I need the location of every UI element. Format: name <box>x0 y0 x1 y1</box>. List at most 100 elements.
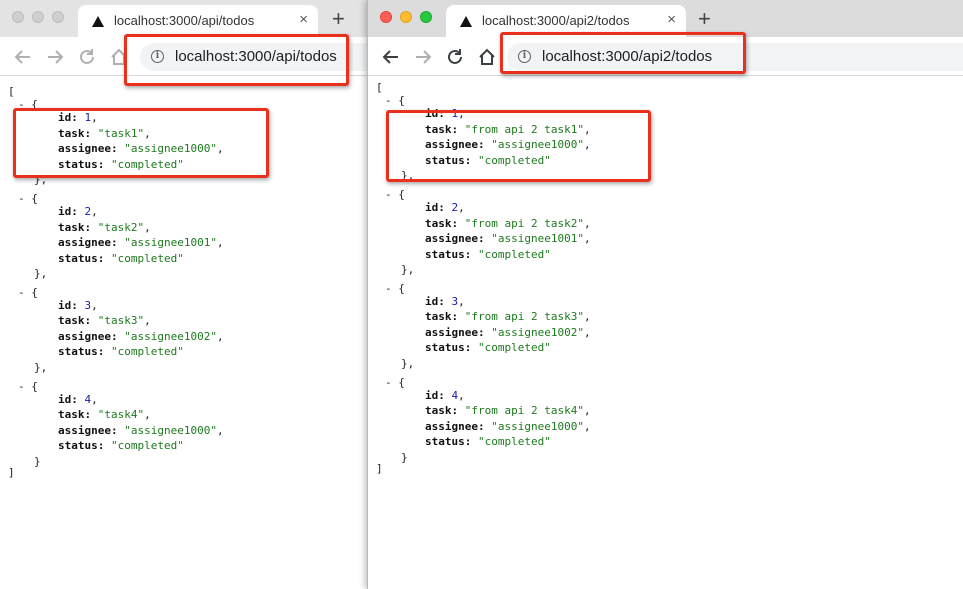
json-key-assignee: assignee: <box>58 236 118 250</box>
home-icon[interactable] <box>476 46 498 68</box>
json-row-task: task: "task2", <box>58 221 151 235</box>
json-comma: , <box>458 388 465 402</box>
json-key-id: id: <box>425 388 445 402</box>
json-key-task: task: <box>58 314 92 328</box>
json-object-toggle[interactable]: - { <box>18 380 38 394</box>
json-object-close: } <box>401 450 408 464</box>
highlight-box-address <box>500 32 746 74</box>
json-key-id: id: <box>425 201 445 215</box>
new-tab-button[interactable]: + <box>332 8 345 30</box>
json-object-close: }, <box>401 263 415 277</box>
json-value-task: "from api 2 task3" <box>464 310 584 324</box>
json-value-task: "task4" <box>97 408 145 422</box>
json-object-close: }, <box>34 267 48 281</box>
minimize-window-button[interactable] <box>32 11 44 23</box>
json-row-status: status: "completed" <box>58 252 184 266</box>
json-comma: , <box>583 419 591 433</box>
json-comma: , <box>216 423 224 437</box>
json-object-close: }, <box>34 360 48 374</box>
json-value-assignee: "assignee1001" <box>124 236 217 250</box>
json-value-task: "from api 2 task2" <box>464 216 584 230</box>
tab-strip: localhost:3000/api/todos × + <box>0 0 367 37</box>
json-value-status: "completed" <box>110 251 184 265</box>
tab-title: localhost:3000/api2/todos <box>482 13 630 28</box>
json-key-id: id: <box>425 294 445 308</box>
json-value-status: "completed" <box>477 247 551 261</box>
json-close-bracket: ] <box>8 466 15 480</box>
maximize-window-button[interactable] <box>420 11 432 23</box>
browser-window-left: localhost:3000/api/todos × + i localhost… <box>0 0 367 589</box>
json-value-task: "task2" <box>97 220 145 234</box>
close-window-button[interactable] <box>12 11 24 23</box>
json-key-task: task: <box>425 310 459 324</box>
json-row-id: id: 2, <box>58 205 98 219</box>
json-comma: , <box>144 408 151 422</box>
json-object-close: } <box>34 454 41 468</box>
json-row-id: id: 4, <box>425 389 465 403</box>
json-comma: , <box>458 294 465 308</box>
favicon-triangle-icon <box>460 16 472 27</box>
minimize-window-button[interactable] <box>400 11 412 23</box>
json-key-status: status: <box>58 345 105 359</box>
json-key-id: id: <box>58 205 78 219</box>
json-value-status: "completed" <box>477 435 551 449</box>
favicon-triangle-icon <box>92 16 104 27</box>
json-comma: , <box>216 236 224 250</box>
json-value-status: "completed" <box>477 341 551 355</box>
json-value-task: "task3" <box>97 314 145 328</box>
json-row-status: status: "completed" <box>58 439 184 453</box>
json-key-assignee: assignee: <box>58 329 118 343</box>
json-value-task: "from api 2 task4" <box>464 404 584 418</box>
json-comma: , <box>583 232 591 246</box>
close-window-button[interactable] <box>380 11 392 23</box>
json-row-id: id: 2, <box>425 201 465 215</box>
json-key-task: task: <box>58 220 92 234</box>
json-key-status: status: <box>425 247 472 261</box>
json-key-status: status: <box>425 435 472 449</box>
json-row-status: status: "completed" <box>425 341 551 355</box>
json-key-task: task: <box>58 408 92 422</box>
json-row-status: status: "completed" <box>425 248 551 262</box>
json-comma: , <box>583 404 591 418</box>
json-row-assignee: assignee: "assignee1002", <box>425 326 591 340</box>
json-object-toggle[interactable]: - { <box>385 94 405 108</box>
json-row-status: status: "completed" <box>58 345 184 359</box>
json-open-bracket: [ <box>8 85 15 98</box>
json-value-assignee: "assignee1002" <box>124 329 217 343</box>
json-key-assignee: assignee: <box>58 423 118 437</box>
forward-arrow-icon[interactable] <box>44 46 66 68</box>
json-row-task: task: "from api 2 task4", <box>425 404 591 418</box>
json-object-toggle[interactable]: - { <box>18 192 38 206</box>
json-row-status: status: "completed" <box>425 435 551 449</box>
json-object-toggle[interactable]: - { <box>385 282 405 296</box>
json-row-task: task: "task4", <box>58 408 151 422</box>
json-row-assignee: assignee: "assignee1001", <box>425 232 591 246</box>
json-key-assignee: assignee: <box>425 419 485 433</box>
json-key-task: task: <box>425 404 459 418</box>
json-value-assignee: "assignee1002" <box>491 325 584 339</box>
json-key-status: status: <box>425 341 472 355</box>
json-value-assignee: "assignee1001" <box>491 232 584 246</box>
json-row-task: task: "task3", <box>58 314 151 328</box>
new-tab-button[interactable]: + <box>698 8 711 30</box>
reload-icon[interactable] <box>76 46 98 68</box>
back-arrow-icon[interactable] <box>12 46 34 68</box>
json-comma: , <box>583 325 591 339</box>
reload-icon[interactable] <box>444 46 466 68</box>
back-arrow-icon[interactable] <box>380 46 402 68</box>
json-key-assignee: assignee: <box>425 232 485 246</box>
json-row-id: id: 3, <box>425 295 465 309</box>
json-object-toggle[interactable]: - { <box>18 286 38 300</box>
tab-close-icon[interactable]: × <box>667 11 676 29</box>
forward-arrow-icon[interactable] <box>412 46 434 68</box>
json-object-toggle[interactable]: - { <box>385 188 405 202</box>
json-row-assignee: assignee: "assignee1000", <box>425 420 591 434</box>
json-key-id: id: <box>58 298 78 312</box>
json-comma: , <box>583 216 591 230</box>
json-key-status: status: <box>58 251 105 265</box>
json-row-id: id: 4, <box>58 393 98 407</box>
maximize-window-button[interactable] <box>52 11 64 23</box>
tab-close-icon[interactable]: × <box>299 11 308 29</box>
json-object-toggle[interactable]: - { <box>385 376 405 390</box>
tab-active[interactable]: localhost:3000/api/todos × <box>78 5 318 37</box>
